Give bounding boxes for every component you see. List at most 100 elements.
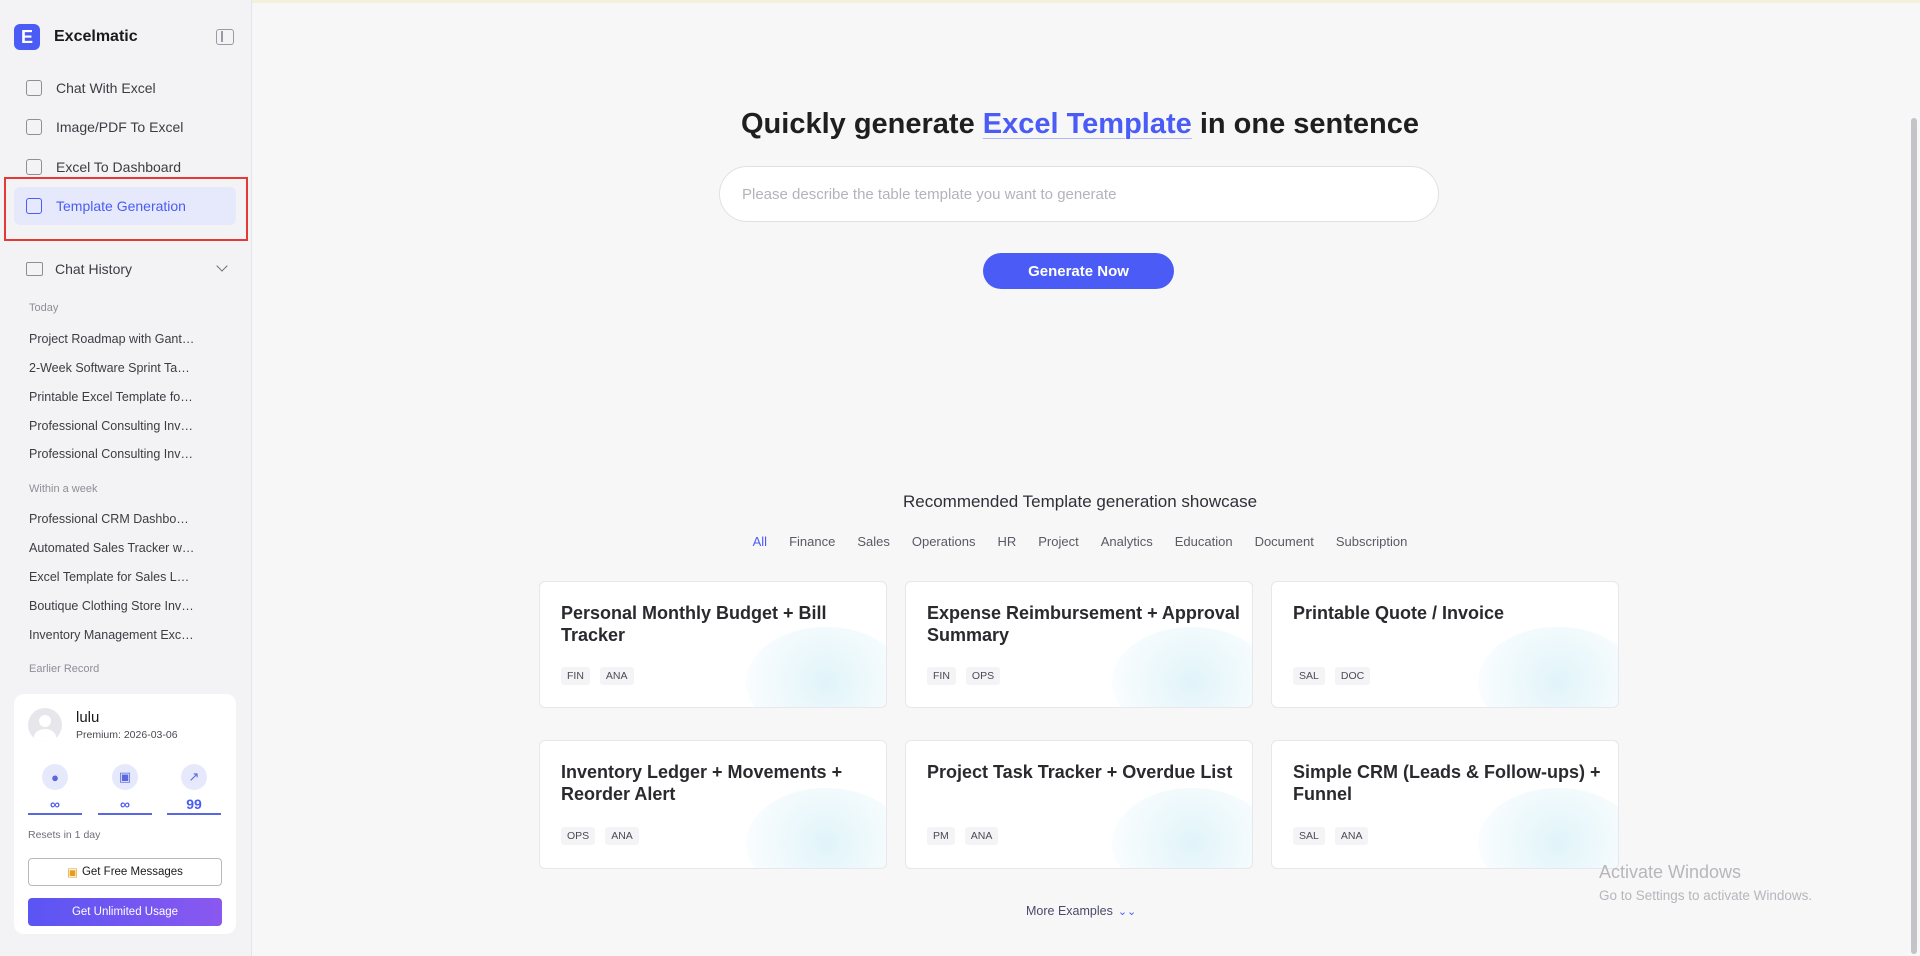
gift-icon: ▣	[67, 867, 78, 879]
chat-bubble-icon: ●	[42, 764, 68, 790]
filter-analytics[interactable]: Analytics	[1101, 534, 1153, 549]
history-item[interactable]: Printable Excel Template for Invoices	[29, 390, 195, 404]
user-plan: Premium: 2026-03-06	[76, 729, 178, 741]
nav-chat-with-excel[interactable]: Chat With Excel	[14, 69, 236, 107]
filter-subscription[interactable]: Subscription	[1336, 534, 1408, 549]
nav-label: Excel To Dashboard	[56, 159, 182, 175]
filter-project[interactable]: Project	[1038, 534, 1078, 549]
template-card[interactable]: Project Task Tracker + Overdue List PM A…	[905, 740, 1253, 869]
title-accent: Excel Template	[982, 108, 1192, 140]
image-icon	[26, 119, 42, 135]
stat-value: 99	[186, 796, 202, 812]
template-description-input[interactable]	[719, 166, 1439, 222]
nav-image-pdf-to-excel[interactable]: Image/PDF To Excel	[14, 108, 236, 146]
button-label: Get Free Messages	[81, 866, 183, 878]
history-item[interactable]: 2-Week Software Sprint Task Tracker	[29, 361, 195, 375]
user-card: lulu Premium: 2026-03-06 ● ∞ ▣ ∞ ↗ 99 Re…	[14, 694, 236, 934]
history-item[interactable]: Project Roadmap with Gantt Chart	[29, 332, 195, 346]
tag: FIN	[561, 667, 590, 685]
resets-text: Resets in 1 day	[28, 829, 101, 841]
excelmatic-logo-icon: E	[14, 24, 40, 50]
top-divider	[252, 0, 1920, 3]
more-examples-label: More Examples	[1026, 904, 1113, 918]
stat-image: ▣ ∞	[98, 764, 152, 815]
title-post: in one sentence	[1191, 108, 1420, 140]
tag: OPS	[965, 667, 1001, 685]
avatar[interactable]	[28, 708, 62, 742]
nav-label: Image/PDF To Excel	[56, 119, 184, 135]
filter-document[interactable]: Document	[1255, 534, 1314, 549]
filter-education[interactable]: Education	[1175, 534, 1233, 549]
tag: SAL	[1293, 667, 1325, 685]
filter-all[interactable]: All	[753, 534, 767, 549]
title-pre: Quickly generate	[740, 108, 983, 140]
chat-history-toggle[interactable]: Chat History	[14, 256, 236, 282]
stat-bar	[98, 813, 152, 815]
stat-chart: ↗ 99	[167, 764, 221, 815]
brand[interactable]: E Excelmatic	[14, 24, 138, 50]
dashboard-icon	[26, 159, 42, 175]
filter-sales[interactable]: Sales	[857, 534, 890, 549]
stat-bar	[28, 813, 82, 815]
template-card[interactable]: Inventory Ledger + Movements + Reorder A…	[539, 740, 887, 869]
get-unlimited-usage-button[interactable]: Get Unlimited Usage	[28, 898, 222, 926]
filter-hr[interactable]: HR	[997, 534, 1016, 549]
tag: ANA	[605, 827, 639, 845]
template-card[interactable]: Printable Quote / Invoice SAL DOC	[1271, 581, 1619, 708]
get-free-messages-button[interactable]: ▣ Get Free Messages	[28, 858, 222, 886]
tag: PM	[927, 827, 955, 845]
history-item[interactable]: Professional Consulting Invoice	[29, 419, 195, 433]
image-icon: ▣	[112, 764, 138, 790]
card-tags: PM ANA	[927, 827, 999, 845]
brand-name: Excelmatic	[54, 28, 138, 45]
tag: ANA	[964, 827, 999, 845]
filter-operations[interactable]: Operations	[912, 534, 976, 549]
history-item[interactable]: Inventory Management Excel Template	[29, 628, 195, 642]
card-title: Printable Quote / Invoice	[1293, 603, 1505, 623]
template-card[interactable]: Simple CRM (Leads & Follow-ups) + Funnel…	[1271, 740, 1619, 869]
tag: FIN	[927, 667, 956, 685]
collapse-sidebar-icon[interactable]	[216, 29, 234, 45]
filter-finance[interactable]: Finance	[789, 534, 835, 549]
scrollbar[interactable]	[1911, 118, 1917, 954]
sidebar: E Excelmatic Chat With Excel Image/PDF T…	[0, 0, 252, 956]
card-title: Expense Reimbursement + Approval Summary	[927, 603, 1240, 645]
stat-value: ∞	[120, 796, 130, 812]
activate-windows-subtitle: Go to Settings to activate Windows.	[1599, 888, 1813, 903]
nav-label: Chat With Excel	[56, 80, 156, 96]
history-item[interactable]: Boutique Clothing Store Inventory	[29, 599, 195, 613]
chat-history-label: Chat History	[55, 261, 133, 277]
history-item[interactable]: Automated Sales Tracker with Charts	[29, 541, 195, 555]
card-tags: SAL DOC	[1293, 667, 1371, 685]
history-icon	[26, 262, 43, 276]
template-card[interactable]: Personal Monthly Budget + Bill Tracker F…	[539, 581, 887, 708]
showcase-title: Recommended Template generation showcase	[902, 492, 1258, 511]
tag: ANA	[599, 667, 634, 685]
card-tags: FIN OPS	[927, 667, 1001, 685]
chevron-down-icon	[216, 260, 228, 272]
stat-bar	[167, 813, 221, 815]
history-item[interactable]: Excel Template for Sales Leads	[29, 570, 195, 584]
card-title: Inventory Ledger + Movements + Reorder A…	[561, 762, 843, 804]
double-chevron-down-icon: ⌄⌄	[1117, 906, 1137, 918]
card-title: Personal Monthly Budget + Bill Tracker	[561, 603, 827, 645]
chart-icon: ↗	[181, 764, 207, 790]
history-item[interactable]: Professional CRM Dashboard Template	[29, 512, 195, 526]
history-group-label: Within a week	[29, 483, 98, 495]
activate-windows-title: Activate Windows	[1599, 862, 1742, 882]
page-title: Quickly generate Excel Template in one s…	[252, 108, 1908, 141]
stat-value: ∞	[50, 796, 60, 812]
more-examples-link[interactable]: More Examples ⌄⌄	[1026, 904, 1136, 918]
history-group-label: Today	[29, 302, 59, 314]
chat-plus-icon	[26, 80, 42, 96]
tag: ANA	[1334, 827, 1369, 845]
generate-now-button[interactable]: Generate Now	[983, 253, 1174, 289]
template-card[interactable]: Expense Reimbursement + Approval Summary…	[905, 581, 1253, 708]
card-tags: FIN ANA	[561, 667, 634, 685]
tag: OPS	[561, 827, 596, 845]
tag: SAL	[1293, 827, 1325, 845]
filter-tabs: All Finance Sales Operations HR Project …	[252, 534, 1908, 549]
tag: DOC	[1334, 667, 1371, 685]
card-title: Simple CRM (Leads & Follow-ups) + Funnel	[1293, 762, 1601, 804]
history-item[interactable]: Professional Consulting Invoice Template	[29, 447, 195, 461]
